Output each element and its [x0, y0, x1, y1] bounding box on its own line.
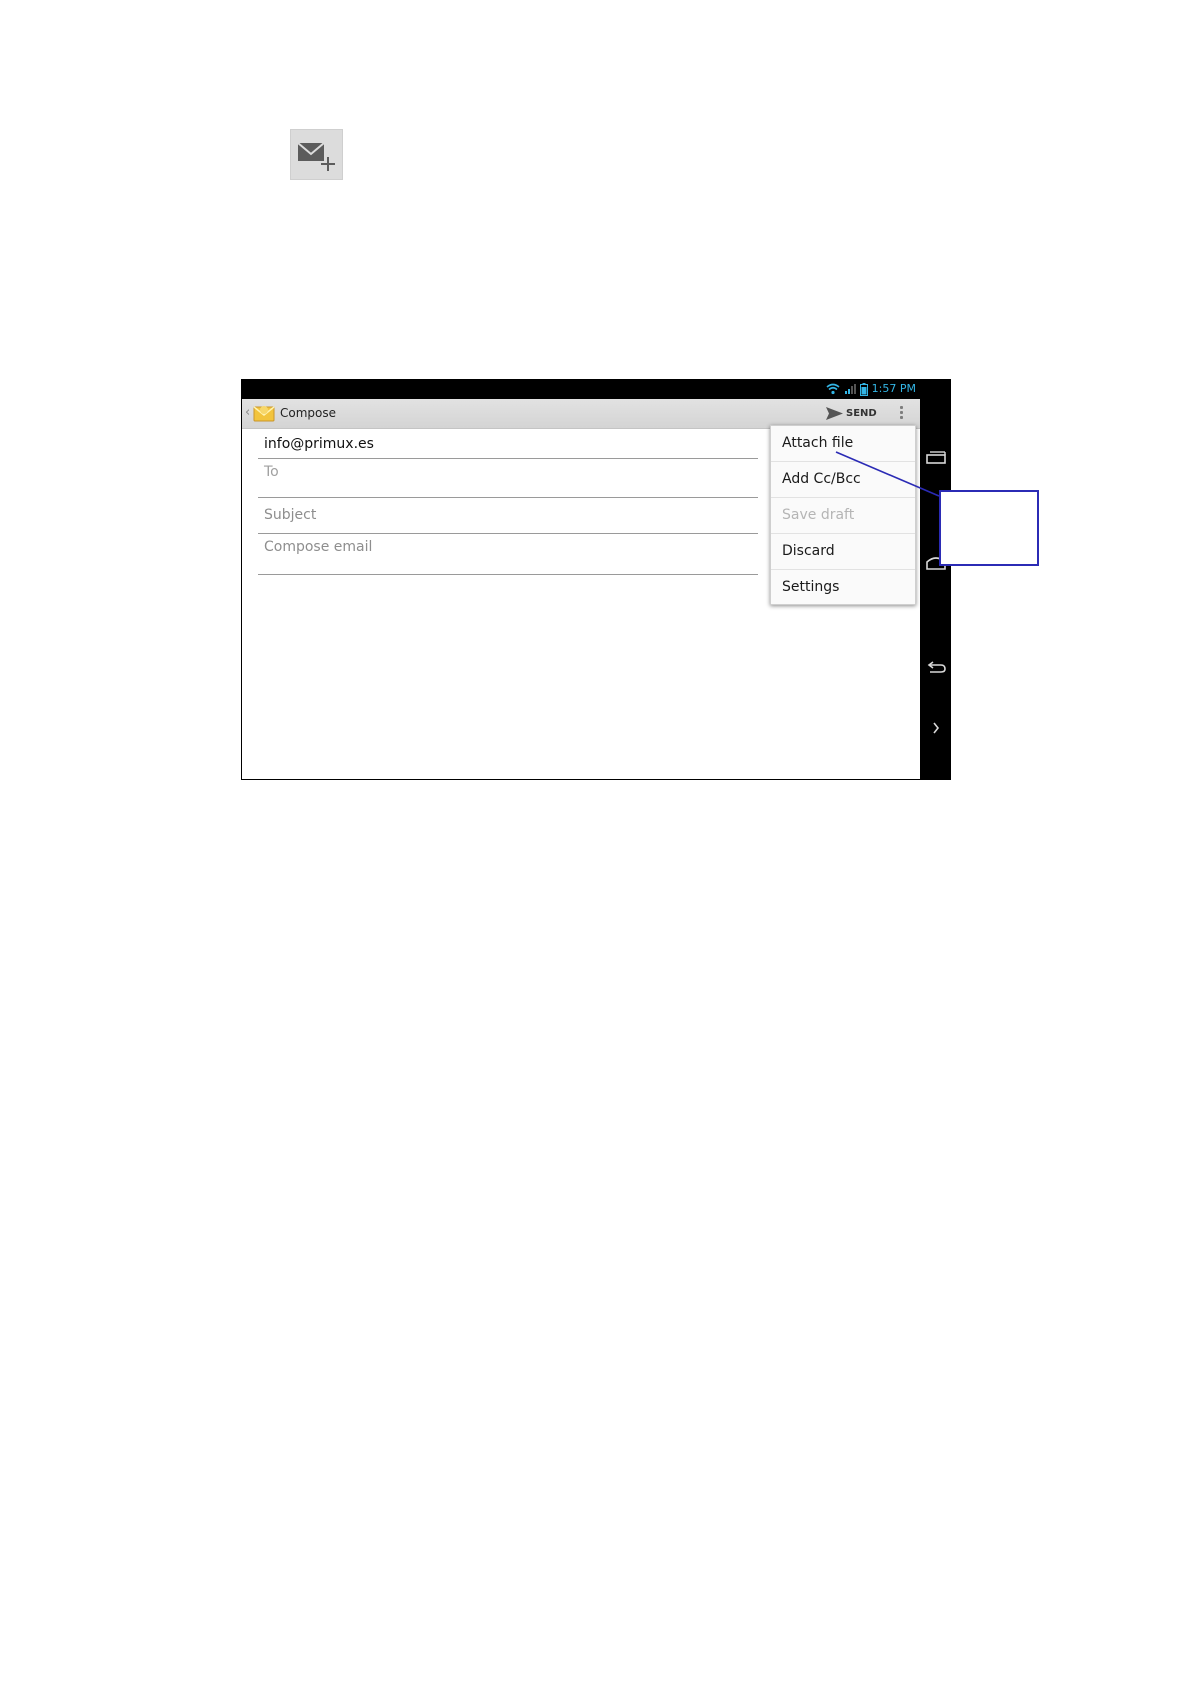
- callout-line: [835, 451, 940, 497]
- callout-box: [939, 490, 1039, 566]
